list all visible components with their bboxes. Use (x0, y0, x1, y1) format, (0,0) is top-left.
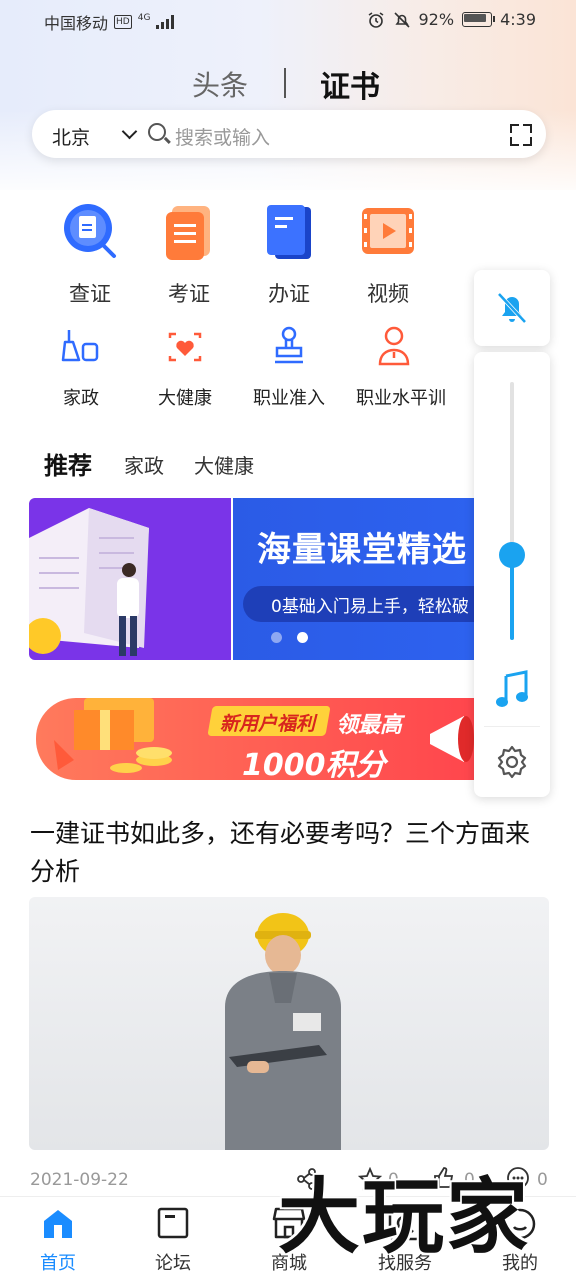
battery-icon (462, 12, 496, 27)
chevron-down-icon[interactable] (121, 123, 138, 140)
carousel-dot[interactable] (271, 632, 282, 643)
promo-text2: 1000积分 (242, 748, 386, 783)
search-doc-icon (64, 204, 116, 258)
gift-illustration (54, 698, 172, 773)
open-book-illustration (29, 508, 149, 656)
scan-icon[interactable] (510, 124, 532, 146)
signal-icon (156, 15, 175, 29)
gear-icon[interactable] (495, 745, 529, 779)
network-label: 4G (137, 12, 151, 23)
battery-percent: 92% (418, 10, 455, 29)
search-bar[interactable]: 北京 搜索或输入 (32, 110, 546, 158)
icon-label: 职业水平训 (356, 388, 446, 409)
tab-housekeeping[interactable]: 家政 (124, 450, 164, 479)
hd-badge: HD (114, 15, 132, 29)
banner-subline: 0基础入门易上手，轻松破 (271, 597, 469, 617)
promo-tag: 新用户福利 (220, 713, 316, 735)
person-icon (378, 326, 410, 366)
icon-label: 考证 (168, 282, 210, 306)
status-bar: 中国移动 HD 4G 92% 4:39 (0, 0, 576, 40)
apply-doc-icon (267, 205, 311, 259)
search-icon (148, 123, 166, 141)
tab-divider (284, 68, 286, 98)
nav-label: 论坛 (155, 1253, 191, 1274)
stamp-icon (275, 326, 303, 364)
volume-panel (474, 352, 550, 797)
mute-bell-icon (393, 11, 410, 28)
tab-health[interactable]: 大健康 (194, 450, 254, 479)
icon-label: 视频 (367, 282, 409, 306)
banner-carousel[interactable]: 海量课堂精选 0基础入门易上手，轻松破 (29, 498, 549, 660)
watermark-text: 大玩家 (278, 1170, 531, 1265)
banner-headline: 海量课堂精选 (257, 530, 467, 570)
tab-headlines[interactable]: 头条 (192, 64, 248, 104)
housekeeping-icon (61, 330, 99, 362)
promo-banner[interactable]: 新用户福利 领最高 1000积分 (36, 680, 548, 784)
article-image[interactable] (29, 897, 549, 1150)
home-icon (44, 1210, 72, 1238)
forum-icon (157, 1207, 189, 1239)
exam-doc-icon (166, 206, 210, 260)
carousel-dot-active[interactable] (297, 632, 308, 643)
promo-text1: 领最高 (336, 713, 403, 738)
music-note-icon (496, 670, 528, 707)
nav-label: 首页 (40, 1253, 76, 1274)
clock: 4:39 (500, 10, 536, 29)
tab-recommend[interactable]: 推荐 (44, 446, 92, 481)
worker-photo (225, 913, 341, 1150)
bell-off-icon[interactable] (494, 290, 530, 326)
volume-slider-track[interactable] (499, 382, 525, 640)
banner-slide-left (29, 498, 231, 660)
icon-label: 职业准入 (253, 388, 325, 409)
icon-label: 查证 (69, 282, 111, 306)
icon-label: 大健康 (158, 388, 212, 409)
volume-slider-thumb[interactable] (499, 542, 525, 568)
health-icon (168, 332, 202, 362)
tab-certificates[interactable]: 证书 (320, 62, 380, 106)
city-selector[interactable]: 北京 (52, 123, 90, 150)
panel-divider (484, 726, 540, 727)
alarm-icon (368, 11, 383, 28)
mute-toggle-panel[interactable] (474, 270, 550, 346)
search-input[interactable]: 搜索或输入 (175, 123, 270, 150)
video-icon (362, 208, 414, 254)
carrier-label: 中国移动 (44, 14, 109, 33)
comment-count: 0 (537, 1170, 548, 1190)
icon-label: 家政 (63, 388, 99, 409)
article-date: 2021-09-22 (30, 1170, 129, 1190)
article-title[interactable]: 一建证书如此多，还有必要考吗？三个方面来分析 (30, 815, 550, 891)
icon-label: 办证 (268, 282, 310, 306)
